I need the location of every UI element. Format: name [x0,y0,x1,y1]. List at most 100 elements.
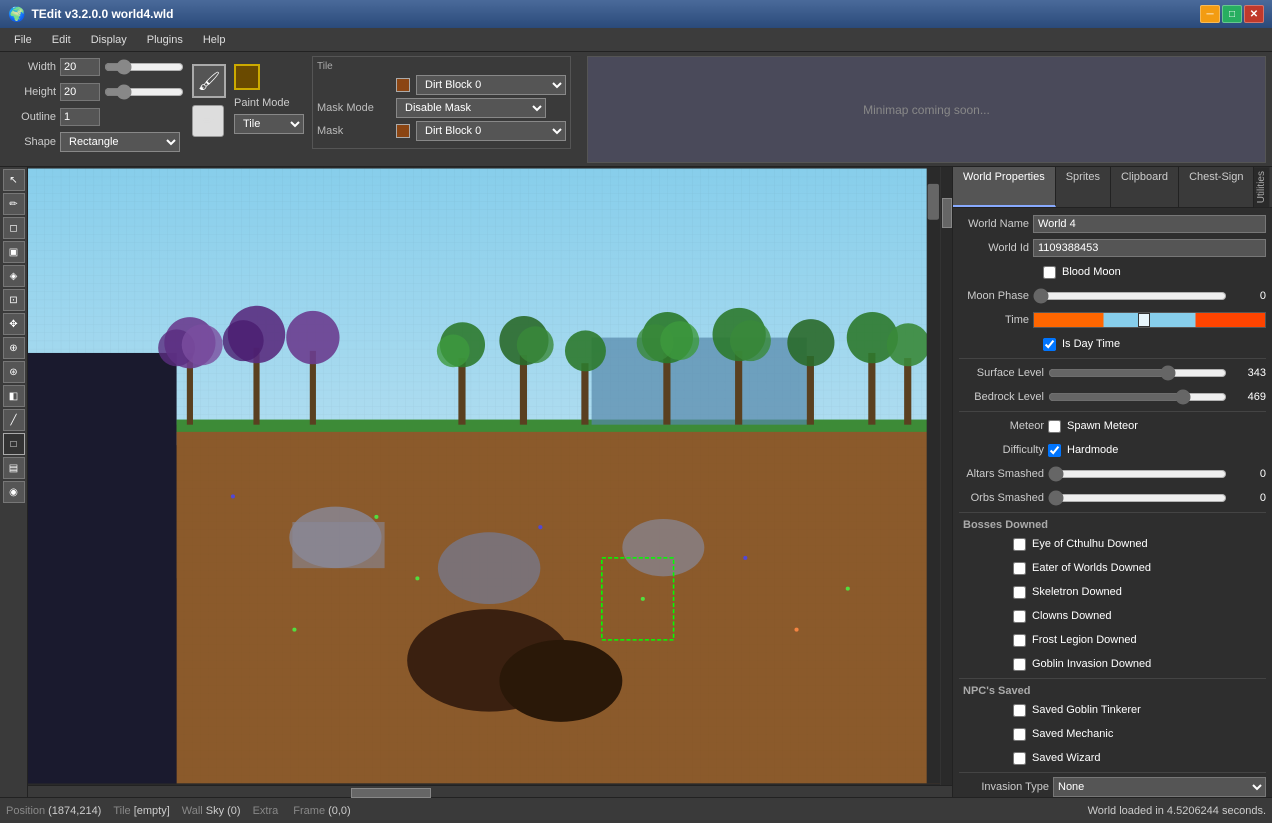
close-button[interactable]: ✕ [1244,5,1264,23]
height-input[interactable] [60,83,100,101]
divider-3 [959,512,1266,513]
blood-moon-row: Blood Moon [959,262,1266,282]
tool-shape[interactable]: □ [3,433,25,455]
world-name-input[interactable] [1033,215,1266,233]
width-input[interactable] [60,58,100,76]
boss-skeletron-label: Skeletron Downed [1032,586,1122,598]
tool-fill[interactable]: ▣ [3,241,25,263]
boss-goblin-checkbox[interactable] [1013,658,1026,671]
difficulty-row: Difficulty Hardmode [959,440,1266,460]
tool-move[interactable]: ✥ [3,313,25,335]
tool-wand[interactable]: ⊛ [3,361,25,383]
brush-section: 🖌 ✏ [192,64,226,137]
boss-goblin-row: Goblin Invasion Downed [959,654,1266,674]
tool-zoom[interactable]: ⊕ [3,337,25,359]
boss-eater-row: Eater of Worlds Downed [959,558,1266,578]
width-slider[interactable] [104,60,184,74]
tile-color-swatch [396,78,410,92]
maximize-button[interactable]: □ [1222,5,1242,23]
difficulty-checkbox[interactable] [1048,444,1061,457]
boss-clowns-checkbox[interactable] [1013,610,1026,623]
boss-skeletron-checkbox[interactable] [1013,586,1026,599]
wall-label: Wall [182,805,203,817]
orbs-slider[interactable] [1048,491,1227,505]
menu-help[interactable]: Help [193,32,236,48]
surface-level-slider[interactable] [1048,366,1227,380]
hscroll-thumb[interactable] [351,788,431,798]
orbs-value: 0 [1231,492,1266,504]
tool-paste[interactable]: ◧ [3,385,25,407]
mask-label: Mask [317,125,392,137]
time-slider-handle[interactable] [1138,313,1150,327]
tab-chest-sign[interactable]: Chest-Sign [1179,167,1254,207]
tool-eraser[interactable]: ◻ [3,217,25,239]
right-panel-content[interactable]: World Name World Id Blood Moon Moon Phas… [953,208,1272,797]
minimize-button[interactable]: ─ [1200,5,1220,23]
meteor-checkbox[interactable] [1048,420,1061,433]
tile-type-select[interactable]: Tile Wall Wire [234,114,304,134]
toolbar: Width Height Outline Shape Rectangle Ell… [0,52,1272,167]
paint-mode-label: Paint Mode [234,97,304,109]
paint-mode-box [234,64,260,90]
time-label: Time [959,314,1029,326]
mask-color-swatch [396,124,410,138]
mask-select[interactable]: Dirt Block 0 Stone Block 0 [416,121,566,141]
position-status: Position (1874,214) [6,805,101,817]
horizontal-scrollbar[interactable] [28,785,952,797]
vscroll-thumb[interactable] [942,198,952,228]
bedrock-level-slider[interactable] [1048,390,1227,404]
eraser-btn[interactable]: ✏ [192,105,224,137]
boss-clowns-label: Clowns Downed [1032,610,1111,622]
tool-select[interactable]: ⊡ [3,289,25,311]
tab-sprites[interactable]: Sprites [1056,167,1111,207]
altars-slider[interactable] [1048,467,1227,481]
time-row: Time [959,310,1266,330]
tool-eyedrop[interactable]: ◈ [3,265,25,287]
boss-cthulhu-checkbox[interactable] [1013,538,1026,551]
blood-moon-label: Blood Moon [1062,266,1121,278]
moon-phase-slider[interactable] [1033,289,1227,303]
tile-status: Tile [empty] [113,805,169,817]
tile-select[interactable]: Dirt Block 0 Stone Block 0 Grass [416,75,566,95]
npc-mechanic-checkbox[interactable] [1013,728,1026,741]
minimap-label: Minimap coming soon... [863,103,990,117]
paint-mode-section: Paint Mode Tile Wall Wire [234,64,304,134]
tool-pencil[interactable]: ✏ [3,193,25,215]
tool-sprite[interactable]: ◉ [3,481,25,503]
is-daytime-checkbox[interactable] [1043,338,1056,351]
boss-frost-checkbox[interactable] [1013,634,1026,647]
tab-clipboard[interactable]: Clipboard [1111,167,1179,207]
tool-line[interactable]: ╱ [3,409,25,431]
tab-world-properties[interactable]: World Properties [953,167,1056,207]
outline-input[interactable] [60,108,100,126]
blood-moon-checkbox[interactable] [1043,266,1056,279]
boss-clowns-row: Clowns Downed [959,606,1266,626]
menu-edit[interactable]: Edit [42,32,81,48]
world-view[interactable] [28,167,940,785]
menu-file[interactable]: File [4,32,42,48]
meteor-label: Meteor [959,420,1044,432]
mask-mode-select[interactable]: Disable Mask Enable Mask [396,98,546,118]
tool-region[interactable]: ▤ [3,457,25,479]
height-slider[interactable] [104,85,184,99]
vertical-scrollbar[interactable] [940,167,952,785]
shape-select[interactable]: Rectangle Ellipse Right Triangle [60,132,180,152]
boss-eater-checkbox[interactable] [1013,562,1026,575]
eraser-icon: ✏ [201,111,214,131]
tool-arrow[interactable]: ↖ [3,169,25,191]
brush-btn[interactable]: 🖌 [192,64,226,98]
menu-plugins[interactable]: Plugins [137,32,193,48]
world-name-label: World Name [959,218,1029,230]
menu-display[interactable]: Display [81,32,137,48]
npc-goblin-checkbox[interactable] [1013,704,1026,717]
wall-status: Wall Sky (0) [182,805,241,817]
world-id-input[interactable] [1033,239,1266,257]
invasion-type-select[interactable]: None Goblin Army Frost Legion [1053,777,1266,797]
bedrock-level-row: Bedrock Level 469 [959,387,1266,407]
time-slider-container[interactable] [1033,312,1266,328]
surface-level-label: Surface Level [959,367,1044,379]
surface-level-row: Surface Level 343 [959,363,1266,383]
boss-cthulhu-label: Eye of Cthulhu Downed [1032,538,1148,550]
right-panel-tabs: World Properties Sprites Clipboard Chest… [953,167,1272,208]
npc-wizard-checkbox[interactable] [1013,752,1026,765]
